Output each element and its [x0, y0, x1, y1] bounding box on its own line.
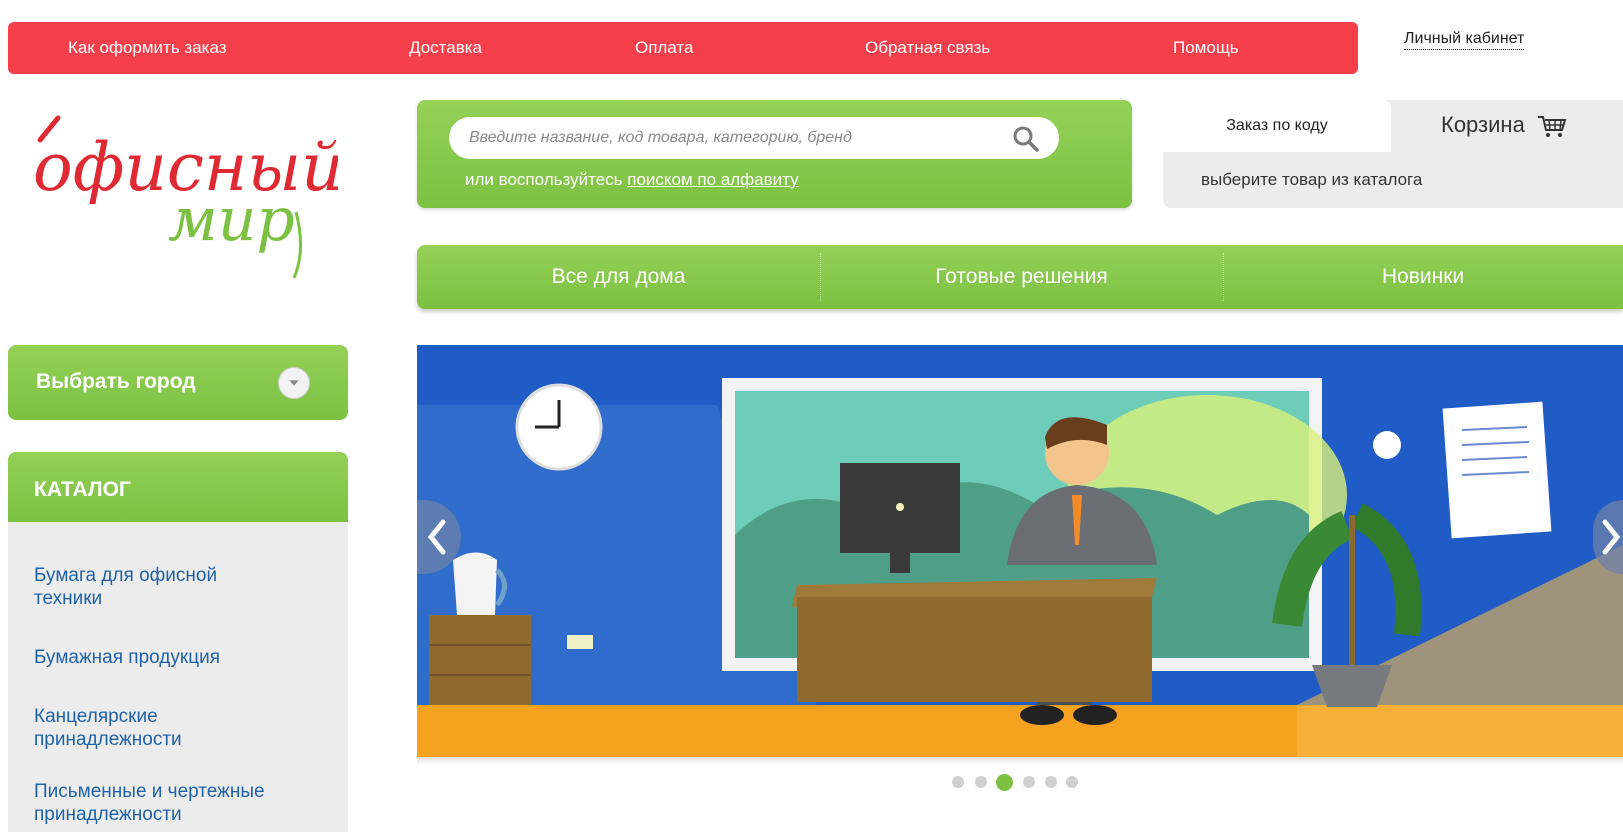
- slider-dot[interactable]: [1045, 776, 1057, 788]
- city-selector-label: Выбрать город: [36, 370, 196, 393]
- slider-dot[interactable]: [952, 776, 964, 788]
- cart-icon[interactable]: [1537, 114, 1567, 140]
- slider-dot[interactable]: [975, 776, 987, 788]
- catalog-item[interactable]: Бумага для офисной техники: [34, 564, 284, 610]
- nav-link-help[interactable]: Помощь: [1173, 22, 1239, 74]
- chevron-down-icon[interactable]: [278, 367, 310, 399]
- catalog-title: КАТАЛОГ: [34, 478, 131, 501]
- wall-socket-image: [567, 635, 593, 649]
- wall-paper-image: [1442, 401, 1552, 539]
- nav-link-feedback[interactable]: Обратная связь: [865, 22, 990, 74]
- catalog-header: КАТАЛОГ: [8, 452, 348, 522]
- menu-item-ready-solutions[interactable]: Готовые решения: [820, 245, 1223, 309]
- nightstand-image: [429, 615, 531, 705]
- office-desk-image: [792, 578, 1157, 702]
- alphabet-search-line: или воспользуйтесь поиском по алфавиту: [465, 170, 799, 190]
- top-nav-bar: Как оформить заказ Доставка Оплата Обрат…: [8, 22, 1358, 74]
- order-by-code-tab[interactable]: Заказ по коду: [1163, 100, 1391, 152]
- search-input[interactable]: [449, 117, 1059, 159]
- slider-dot[interactable]: [1023, 776, 1035, 788]
- nav-link-payment[interactable]: Оплата: [635, 22, 693, 74]
- slider-dot-active[interactable]: [996, 774, 1013, 791]
- nav-link-delivery[interactable]: Доставка: [409, 22, 482, 74]
- search-icon[interactable]: [1011, 124, 1041, 154]
- nav-link-how-to-order[interactable]: Как оформить заказ: [68, 22, 227, 74]
- catalog-item[interactable]: Письменные и чертежные принадлежности: [34, 780, 334, 826]
- search-panel: или воспользуйтесь поиском по алфавиту: [417, 100, 1132, 208]
- order-cart-panel: Заказ по коду Корзина выберите товар из …: [1163, 100, 1623, 208]
- account-link[interactable]: Личный кабинет: [1404, 30, 1525, 50]
- logo-word-2: мир: [168, 185, 295, 255]
- catalog-list: Бумага для офисной техники Бумажная прод…: [8, 522, 348, 832]
- catalog-item[interactable]: Канцелярские принадлежности: [34, 705, 234, 751]
- city-selector[interactable]: Выбрать город: [8, 345, 348, 420]
- banner-shadow: [417, 757, 1623, 765]
- menu-item-home[interactable]: Все для дома: [417, 245, 820, 309]
- promo-banner[interactable]: [417, 345, 1623, 757]
- site-logo[interactable]: офисный мир: [28, 100, 338, 300]
- menu-item-new[interactable]: Новинки: [1223, 245, 1623, 309]
- alphabet-search-prefix: или воспользуйтесь: [465, 170, 628, 189]
- wall-clock-image: [515, 383, 603, 471]
- slider-dot[interactable]: [1066, 776, 1078, 788]
- logo-tail-stroke: [292, 211, 303, 279]
- catalog-item[interactable]: Бумажная продукция: [34, 646, 334, 669]
- cart-empty-hint: выберите товар из каталога: [1201, 170, 1423, 189]
- category-menu: Все для дома Готовые решения Новинки: [417, 245, 1623, 309]
- cart-link[interactable]: Корзина: [1441, 112, 1525, 138]
- alphabet-search-link[interactable]: поиском по алфавиту: [627, 170, 798, 189]
